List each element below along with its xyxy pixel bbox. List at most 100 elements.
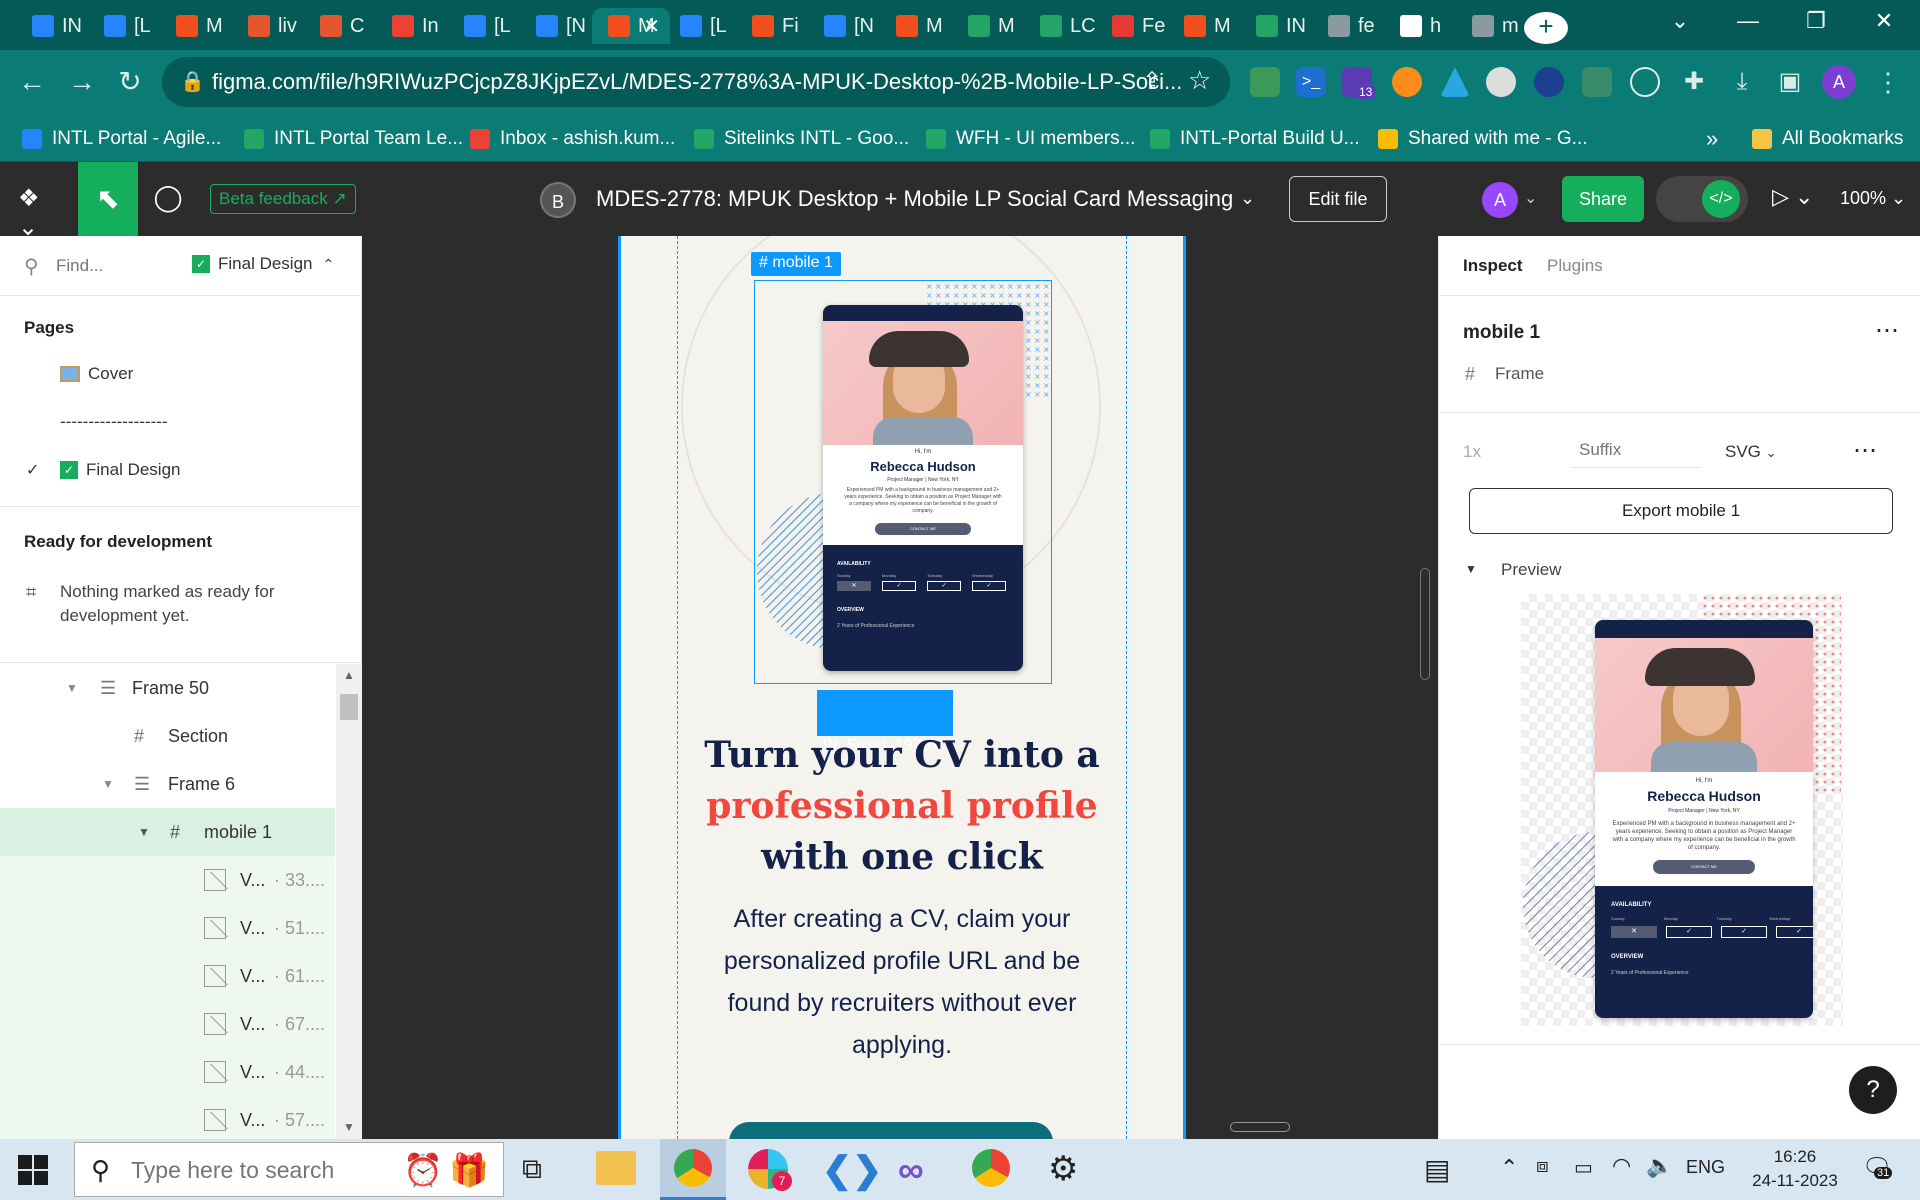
input-language[interactable]: ENG xyxy=(1686,1157,1725,1178)
close-window-icon[interactable]: ✕ xyxy=(1864,8,1904,34)
extension-puzzle-icon[interactable]: 13 xyxy=(1342,67,1376,99)
layer-frame-6[interactable]: ▼ ☰ Frame 6 xyxy=(0,760,335,808)
selected-frame-mobile-1[interactable]: × Hi, I'm Rebecca Hudson Project Man xyxy=(754,280,1052,684)
bookmark-item[interactable]: Inbox - ashish.kum... xyxy=(470,124,675,154)
bookmark-item[interactable]: INTL Portal Team Le... xyxy=(244,124,463,154)
extension-maps-icon[interactable] xyxy=(1250,67,1280,97)
mobile-page-frame[interactable]: # mobile 1 × H xyxy=(618,236,1186,1139)
bookmark-item[interactable]: Sitelinks INTL - Goo... xyxy=(694,124,909,154)
slack-icon[interactable]: 7 xyxy=(748,1149,792,1191)
browser-tab[interactable]: C xyxy=(304,8,378,44)
bookmark-item[interactable]: INTL-Portal Build U... xyxy=(1150,124,1360,154)
layers-scrollbar[interactable]: ▲ ▼ xyxy=(336,664,362,1139)
vscode-icon[interactable]: ❮❯ xyxy=(822,1149,882,1191)
visual-studio-icon[interactable]: ∞ xyxy=(898,1149,924,1191)
layer-section[interactable]: # Section xyxy=(0,712,335,760)
extension-triangle-icon[interactable] xyxy=(1440,67,1470,97)
scroll-up-icon[interactable]: ▲ xyxy=(343,668,355,682)
clock[interactable]: 16:26 24-11-2023 xyxy=(1740,1145,1850,1193)
design-canvas[interactable]: # mobile 1 × H xyxy=(362,236,1438,1139)
layer-vector[interactable]: V... · 57.... xyxy=(0,1096,335,1144)
browser-tab[interactable]: m xyxy=(1456,8,1530,44)
taskbar-chrome-active[interactable] xyxy=(660,1139,726,1200)
extension-compass-icon[interactable] xyxy=(1630,67,1660,97)
bookmark-item[interactable]: INTL Portal - Agile... xyxy=(22,124,221,154)
layer-vector[interactable]: V... · 61.... xyxy=(0,952,335,1000)
browser-tab[interactable]: [L xyxy=(448,8,522,44)
browser-tab[interactable]: Fi xyxy=(736,8,810,44)
help-icon[interactable]: ? xyxy=(1849,1066,1897,1114)
browser-tab[interactable]: M xyxy=(952,8,1026,44)
browser-tab[interactable]: IN xyxy=(1240,8,1314,44)
taskbar-search-box[interactable]: ⚲ ⏰ 🎁 xyxy=(74,1142,504,1197)
reload-icon[interactable]: ↻ xyxy=(112,64,148,100)
file-menu-chevron-icon[interactable]: ⌄ xyxy=(1240,188,1255,209)
layer-vector[interactable]: V... · 33.... xyxy=(0,856,335,904)
page-selector[interactable]: ✓ Final Design ⌃ xyxy=(192,254,334,274)
browser-tab[interactable]: In xyxy=(376,8,450,44)
close-tab-icon[interactable]: ✕ xyxy=(643,14,660,39)
frame-name-badge[interactable]: # mobile 1 xyxy=(751,252,841,276)
figma-menu-icon[interactable]: ❖ ⌄ xyxy=(18,184,58,241)
user-avatar[interactable]: A xyxy=(1482,182,1518,218)
browser-tab[interactable]: [N xyxy=(520,8,594,44)
browser-tab[interactable]: M xyxy=(1168,8,1242,44)
minimize-icon[interactable]: — xyxy=(1728,8,1768,34)
layer-mobile-1[interactable]: ▼ # mobile 1 xyxy=(0,808,335,856)
wifi-icon[interactable]: ◠ xyxy=(1612,1153,1631,1179)
browser-tab[interactable]: LC xyxy=(1024,8,1098,44)
export-options-icon[interactable]: ⋯ xyxy=(1853,436,1877,465)
back-icon[interactable]: ← xyxy=(14,64,50,100)
export-button[interactable]: Export mobile 1 xyxy=(1469,488,1893,534)
format-select[interactable]: SVG ⌄ xyxy=(1725,442,1777,462)
zoom-level[interactable]: 100% ⌄ xyxy=(1840,188,1906,209)
extension-orange-icon[interactable] xyxy=(1392,67,1422,97)
browser-tab[interactable]: [N xyxy=(808,8,882,44)
share-page-icon[interactable]: ⇪ xyxy=(1142,67,1162,96)
tab-plugins[interactable]: Plugins xyxy=(1547,256,1603,276)
show-hidden-icons[interactable]: ⌃ xyxy=(1500,1155,1518,1181)
multiplayer-chevron-icon[interactable]: ⌄ xyxy=(1524,188,1537,208)
export-scale[interactable]: 1x xyxy=(1463,442,1481,462)
horizontal-scrollbar[interactable] xyxy=(1230,1122,1290,1132)
bookmark-item[interactable]: Shared with me - G... xyxy=(1378,124,1588,154)
bookmark-star-icon[interactable]: ☆ xyxy=(1188,65,1211,96)
task-view-icon[interactable]: ⧉ xyxy=(522,1153,542,1186)
suffix-input[interactable] xyxy=(1571,432,1701,468)
vertical-scrollbar[interactable] xyxy=(1420,568,1430,680)
edit-file-button[interactable]: Edit file xyxy=(1289,176,1387,222)
extension-terminal-icon[interactable]: >_ xyxy=(1296,67,1326,97)
browser-menu-icon[interactable]: ⋮ xyxy=(1870,64,1906,100)
download-icon[interactable]: ⤓ xyxy=(1724,64,1760,100)
extension-check-icon[interactable] xyxy=(1486,67,1516,97)
preview-caret-icon[interactable]: ▼ xyxy=(1465,562,1477,576)
tab-inspect[interactable]: Inspect xyxy=(1463,256,1523,276)
windows-start-icon[interactable] xyxy=(18,1155,48,1185)
notifications-icon[interactable]: 🗨31 xyxy=(1862,1153,1892,1182)
news-widget-icon[interactable]: ▤ xyxy=(1424,1153,1450,1186)
more-bookmarks-button[interactable]: » xyxy=(1706,124,1718,154)
more-options-icon[interactable]: ⋯ xyxy=(1875,316,1899,345)
browser-tab[interactable]: M ✕ xyxy=(592,8,670,44)
beta-feedback-button[interactable]: Beta feedback ↗ xyxy=(210,184,356,214)
meet-now-icon[interactable]: ⧈ xyxy=(1536,1155,1549,1178)
browser-tab[interactable]: liv xyxy=(232,8,306,44)
browser-tab[interactable]: M xyxy=(880,8,954,44)
battery-icon[interactable]: ▭ xyxy=(1574,1155,1593,1180)
find-input[interactable] xyxy=(56,250,166,282)
extension-globe-icon[interactable] xyxy=(1534,67,1564,97)
file-title[interactable]: MDES-2778: MPUK Desktop + Mobile LP Soci… xyxy=(596,186,1233,212)
comment-tool-icon[interactable]: ◯ xyxy=(150,182,186,218)
page-item-divider[interactable]: ------------------- xyxy=(60,412,168,432)
share-button[interactable]: Share xyxy=(1562,176,1644,222)
volume-icon[interactable]: 🔈 xyxy=(1646,1153,1673,1179)
page-item-cover[interactable]: Cover xyxy=(60,364,133,384)
cta-button[interactable] xyxy=(729,1122,1053,1139)
move-tool-icon[interactable]: ⬉ xyxy=(78,162,138,236)
layer-vector[interactable]: V... · 67.... xyxy=(0,1000,335,1048)
present-play-icon[interactable]: ▷ ⌄ xyxy=(1772,184,1813,210)
side-panel-icon[interactable]: ▣ xyxy=(1772,64,1808,100)
page-item-final-design[interactable]: ✓ Final Design xyxy=(60,460,181,480)
all-bookmarks-button[interactable]: All Bookmarks xyxy=(1752,124,1903,154)
browser-tab[interactable]: M xyxy=(160,8,234,44)
